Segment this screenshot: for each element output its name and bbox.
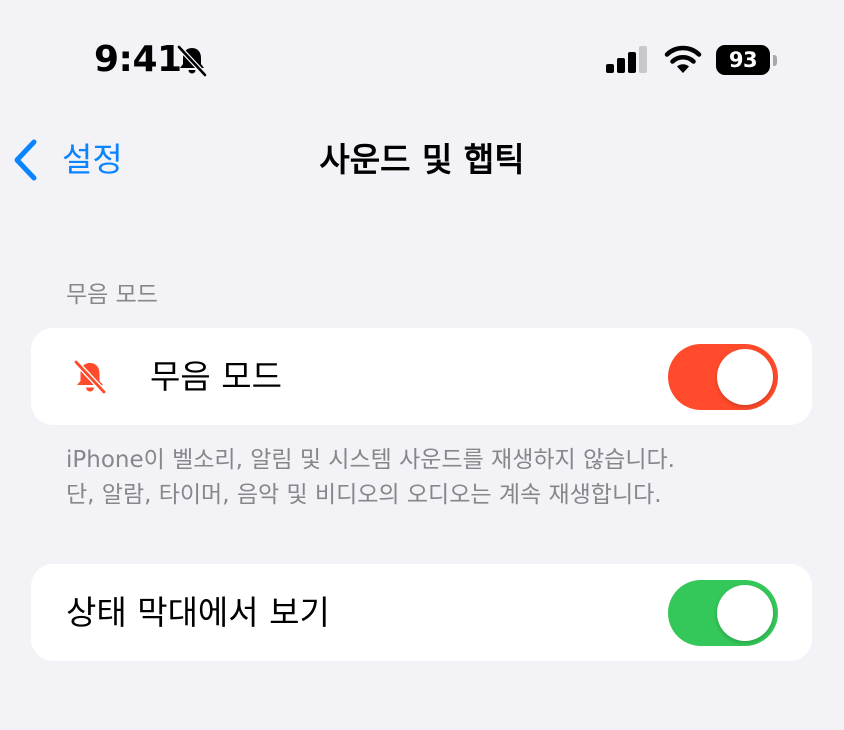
- bell-slash-icon: [176, 44, 208, 78]
- wifi-icon: [664, 45, 702, 73]
- show-in-status-bar-card: 상태 막대에서 보기: [31, 564, 812, 661]
- silent-mode-card: 무음 모드: [31, 328, 812, 425]
- toggle-knob: [717, 349, 773, 405]
- battery-cap: [773, 55, 777, 66]
- toggle-knob: [717, 585, 773, 641]
- status-bar: 9:41 93: [0, 0, 844, 110]
- silent-mode-toggle[interactable]: [668, 344, 778, 410]
- show-in-status-bar-label: 상태 막대에서 보기: [66, 593, 330, 632]
- bell-slash-icon: [73, 359, 107, 395]
- status-time: 9:41: [94, 39, 182, 80]
- section-header-silent-mode: 무음 모드: [66, 282, 158, 308]
- show-in-status-bar-row: 상태 막대에서 보기: [31, 564, 812, 661]
- page-title: 사운드 및 햅틱: [319, 140, 525, 179]
- show-in-status-bar-toggle[interactable]: [668, 580, 778, 646]
- battery-level: 93: [728, 48, 758, 72]
- silent-mode-label: 무음 모드: [150, 357, 282, 396]
- footer-line: 단, 알람, 타이머, 음악 및 비디오의 오디오는 계속 재생합니다.: [66, 482, 662, 508]
- silent-mode-footer-note: iPhone이 벨소리, 알림 및 시스템 사운드를 재생하지 않습니다. 단,…: [66, 443, 806, 513]
- silent-mode-row: 무음 모드: [31, 328, 812, 425]
- battery-indicator: 93: [716, 45, 770, 75]
- cellular-signal-icon: [606, 46, 647, 73]
- footer-line: iPhone이 벨소리, 알림 및 시스템 사운드를 재생하지 않습니다.: [66, 447, 675, 473]
